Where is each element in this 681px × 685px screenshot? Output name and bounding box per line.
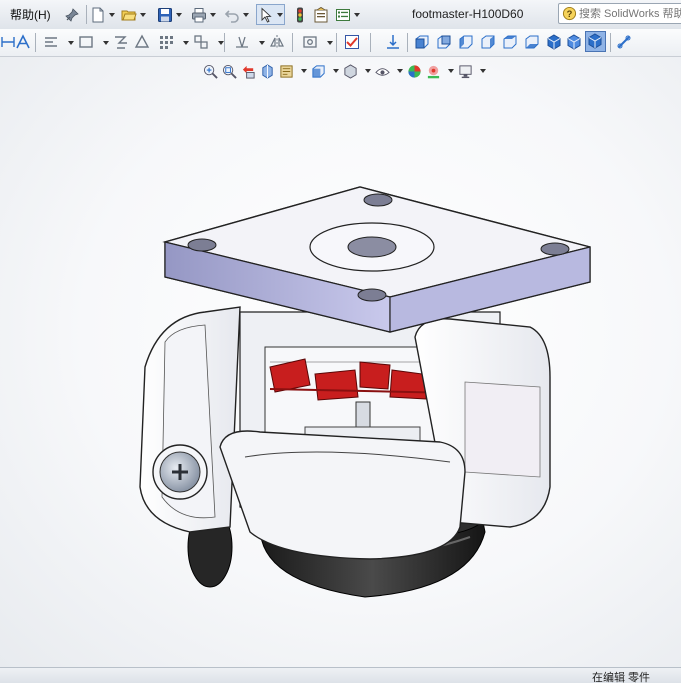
blocks-icon[interactable] [193, 34, 209, 50]
right-view-icon[interactable] [480, 34, 496, 50]
display-style-caret[interactable] [365, 69, 371, 73]
print-button[interactable] [191, 4, 216, 25]
pattern-icon[interactable] [158, 34, 174, 50]
status-mode: 在编辑 零件 [592, 672, 651, 684]
edit-appearance-icon[interactable] [407, 64, 422, 79]
dynamic-annotation-icon[interactable] [279, 64, 294, 79]
options-dropdown-caret[interactable] [354, 12, 360, 17]
print-dropdown-caret[interactable] [210, 12, 216, 17]
select-pointer-icon [261, 6, 272, 23]
link-views-icon[interactable] [616, 34, 632, 50]
select-button[interactable] [256, 4, 285, 25]
previous-view-icon[interactable] [241, 64, 256, 79]
rebuild-button[interactable] [292, 4, 308, 25]
back-view-icon[interactable] [436, 34, 452, 50]
title-bar: 帮助(H) footmaster-H100D60 ? [0, 0, 681, 30]
open-folder-icon [121, 10, 137, 20]
save-dropdown-caret[interactable] [176, 12, 182, 17]
print-icon [192, 7, 206, 22]
help-menu-label: 帮助(H) [10, 8, 51, 22]
isometric-view-icon[interactable] [546, 34, 562, 50]
search-input[interactable] [577, 7, 681, 20]
annotation-icon[interactable] [15, 34, 31, 50]
file-properties-icon [314, 6, 328, 22]
design-checker-icon[interactable] [344, 34, 360, 50]
search-box: ? [558, 3, 681, 24]
open-button[interactable] [121, 4, 146, 25]
options-button[interactable] [335, 4, 360, 25]
left-view-icon[interactable] [458, 34, 474, 50]
zoom-to-fit-icon[interactable] [203, 64, 218, 79]
sketch-tools-icon[interactable] [43, 34, 59, 50]
rebuild-icon [297, 7, 303, 22]
dimetric-view-button[interactable] [585, 31, 606, 52]
document-title: footmaster-H100D60 [412, 7, 524, 21]
select-dropdown-caret[interactable] [277, 12, 283, 17]
front-view-icon[interactable] [414, 34, 430, 50]
instant-3d-icon[interactable] [302, 34, 318, 50]
trim-icon[interactable] [113, 34, 129, 50]
pin-icon [65, 7, 79, 22]
new-dropdown-caret[interactable] [109, 12, 115, 17]
heads-up-view-toolbar [203, 61, 486, 81]
new-document-button[interactable] [90, 4, 115, 25]
annotation-dropdown-caret[interactable] [301, 69, 307, 73]
caster-model[interactable] [120, 127, 600, 627]
save-icon [158, 7, 172, 22]
search-icon[interactable]: ? [562, 6, 577, 21]
reference-geometry-icon[interactable] [234, 34, 250, 50]
scene-caret[interactable] [448, 69, 454, 73]
new-document-icon [92, 7, 104, 22]
status-bar: 在编辑 零件 [0, 667, 681, 684]
file-properties-button[interactable] [313, 4, 329, 25]
graphics-area[interactable] [0, 57, 681, 667]
relations-icon[interactable] [134, 34, 150, 50]
open-dropdown-caret[interactable] [140, 12, 146, 17]
pin-menu-button[interactable] [64, 4, 80, 25]
mirror-icon[interactable] [269, 34, 285, 50]
hide-show-items-icon[interactable] [375, 64, 390, 79]
zoom-to-area-icon[interactable] [222, 64, 237, 79]
svg-text:?: ? [567, 9, 573, 19]
section-view-icon[interactable] [260, 63, 275, 79]
smart-dimension-icon[interactable] [0, 34, 16, 50]
hide-show-caret[interactable] [397, 69, 403, 73]
undo-icon [224, 9, 239, 23]
view-settings-icon[interactable] [458, 64, 473, 79]
dimetric-view-icon [588, 33, 602, 49]
bottom-view-icon[interactable] [524, 34, 540, 50]
view-settings-caret[interactable] [480, 69, 486, 73]
save-button[interactable] [157, 4, 182, 25]
apply-scene-icon[interactable] [426, 64, 441, 79]
trimetric-view-icon[interactable] [566, 34, 582, 50]
undo-dropdown-caret[interactable] [243, 12, 249, 17]
rectangle-icon[interactable] [78, 34, 94, 50]
options-icon [336, 8, 350, 21]
undo-button[interactable] [224, 4, 249, 25]
view-orientation-icon[interactable] [311, 64, 326, 79]
command-toolbar [0, 29, 681, 57]
help-menu[interactable]: 帮助(H) [6, 4, 55, 25]
view-orientation-caret[interactable] [333, 69, 339, 73]
normal-to-icon[interactable] [385, 34, 401, 50]
display-style-icon[interactable] [343, 63, 358, 79]
top-view-icon[interactable] [502, 34, 518, 50]
